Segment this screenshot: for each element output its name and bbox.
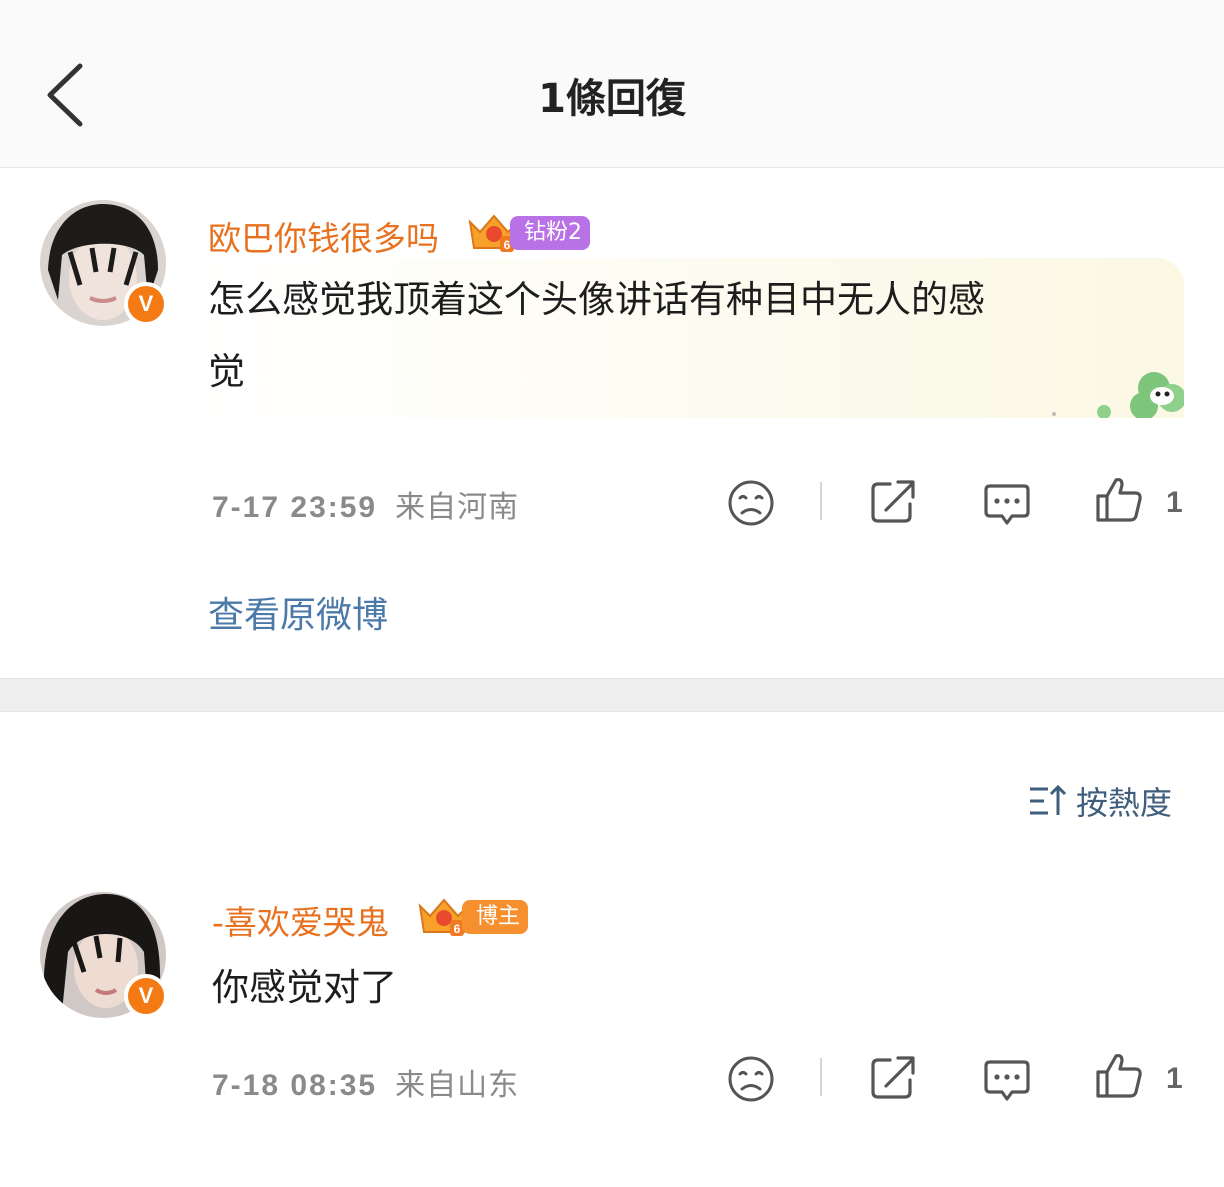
verified-icon: V — [124, 974, 168, 1018]
sort-by-heat-button[interactable]: 按熱度 — [1028, 778, 1172, 824]
thumbs-up-icon[interactable] — [1094, 1050, 1144, 1100]
like-count: 1 — [1166, 1062, 1183, 1095]
reply-meta: 7-18 08:35 来自山东 — [212, 1060, 519, 1104]
timestamp: 7-17 23:59 — [212, 491, 378, 524]
thumbs-up-icon[interactable] — [1094, 474, 1144, 524]
view-original-weibo-link[interactable]: 查看原微博 — [208, 586, 388, 638]
reply-text: 你感觉对了 — [212, 966, 397, 1009]
action-divider — [820, 1058, 822, 1096]
comment-text-line1: 怎么感觉我顶着这个头像讲话有种目中无人的感 — [208, 278, 985, 321]
clover-sticker-icon — [1052, 372, 1184, 418]
original-comment: V 欧巴你钱很多吗 6 钻粉2 怎么感觉我顶着这个头像讲话有种目中无人的感 觉 … — [0, 168, 1224, 678]
page-title: 1條回復 — [538, 76, 686, 122]
avatar[interactable]: V — [40, 200, 168, 326]
fan-badge: 钻粉2 — [510, 216, 590, 250]
like-count: 1 — [1166, 486, 1183, 519]
reply-username[interactable]: -喜欢爱哭鬼 — [212, 896, 389, 944]
sort-icon — [1029, 784, 1067, 815]
author-badge: 博主 — [462, 900, 529, 934]
sort-label: 按熱度 — [1075, 784, 1172, 822]
share-icon[interactable] — [868, 476, 918, 526]
timestamp: 7-18 08:35 — [212, 1069, 378, 1102]
share-icon[interactable] — [868, 1052, 918, 1102]
comment-text-line2: 觉 — [208, 350, 245, 393]
dislike-face-icon[interactable] — [726, 478, 776, 528]
verified-icon: V — [124, 282, 168, 326]
section-divider — [0, 678, 1224, 712]
top-nav-bar: 1條回復 — [0, 0, 1224, 168]
comment-meta: 7-17 23:59 来自河南 — [212, 482, 519, 526]
location: 来自山东 — [395, 1068, 520, 1103]
comment-icon[interactable] — [982, 480, 1032, 530]
action-divider — [820, 482, 822, 520]
dislike-face-icon[interactable] — [726, 1054, 776, 1104]
reply-avatar[interactable]: V — [40, 892, 168, 1018]
svg-text:6: 6 — [454, 922, 461, 936]
location: 来自河南 — [395, 490, 520, 525]
username[interactable]: 欧巴你钱很多吗 — [208, 212, 439, 260]
comment-icon[interactable] — [982, 1056, 1032, 1106]
